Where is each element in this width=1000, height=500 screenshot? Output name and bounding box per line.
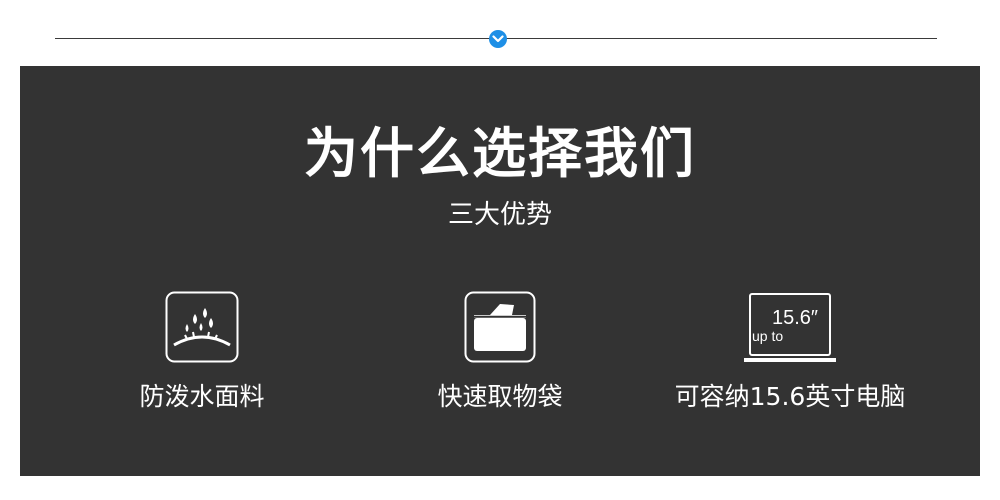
feature-water-repellent: 防泼水面料 [42,291,362,421]
laptop-icon: 15.6″ up to [744,293,836,362]
water-drops-icon [165,291,239,363]
feature-laptop-size: 15.6″ up to 可容纳15.6英寸电脑 [630,291,950,421]
chevron-down-icon [489,30,507,48]
page: 为什么选择我们 三大优势 防泼水面料 快速取物袋 15.6″ up to 可容纳… [0,0,1000,500]
laptop-size-text: 15.6″ [772,307,818,329]
feature-label: 防泼水面料 [139,382,265,411]
feature-label: 可容纳15.6英寸电脑 [674,382,906,411]
pocket-bag-icon [464,291,536,363]
laptop-upto-text: up to [752,328,783,344]
feature-label: 快速取物袋 [437,382,563,411]
section-subtitle: 三大优势 [447,200,552,230]
section-title: 为什么选择我们 [304,122,696,185]
feature-quick-pocket: 快速取物袋 [340,291,660,421]
advantages-panel: 为什么选择我们 三大优势 防泼水面料 快速取物袋 15.6″ up to 可容纳… [20,66,980,476]
